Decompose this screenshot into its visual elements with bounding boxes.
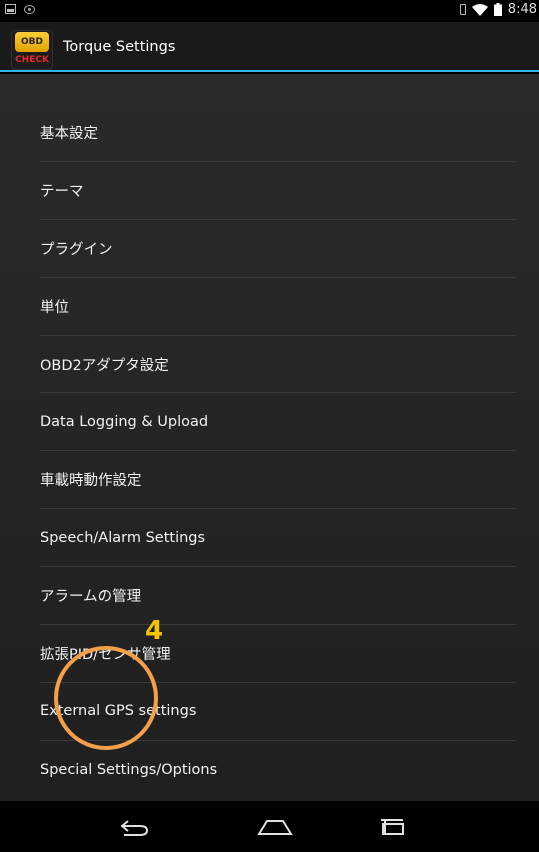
settings-list: 基本設定 テーマ プラグイン 単位 OBD2アダプタ設定 Data Loggin… [40,104,516,799]
page-title: Torque Settings [63,39,176,55]
status-time: 8:48 [507,2,537,17]
status-right-icons: 8:48 [459,2,537,17]
screenshot-notification-icon [24,4,35,14]
back-button[interactable] [114,813,154,841]
wifi-icon [471,3,488,16]
back-icon [120,820,149,836]
settings-item-units[interactable]: 単位 [40,278,516,336]
torque-app-icon[interactable]: OBD CHECK [11,30,53,70]
settings-item-special[interactable]: Special Settings/Options [40,741,516,799]
battery-icon [493,3,502,16]
vibrate-icon [459,4,466,15]
recents-icon [381,819,404,835]
settings-item-speech-alarm[interactable]: Speech/Alarm Settings [40,509,516,568]
settings-item-external-gps[interactable]: External GPS settings [40,683,516,741]
settings-item-in-car[interactable]: 車載時動作設定 [40,451,516,510]
settings-item-theme[interactable]: テーマ [40,162,516,220]
home-button[interactable] [255,813,295,841]
recents-button[interactable] [372,813,412,841]
obd-engine-icon: OBD [15,32,49,52]
settings-item-alarm-management[interactable]: アラームの管理 [40,567,516,626]
settings-item-data-logging[interactable]: Data Logging & Upload [40,393,516,452]
check-label: CHECK [15,55,49,65]
settings-item-obd2-adapter[interactable]: OBD2アダプタ設定 [40,336,516,394]
settings-item-extended-pid[interactable]: 拡張PID/センサ管理 [40,625,516,683]
picture-notification-icon [5,4,16,14]
settings-item-plugins[interactable]: プラグイン [40,220,516,278]
status-bar: 8:48 [0,0,539,22]
screen: 8:48 OBD CHECK Torque Settings 基本設定 テーマ … [0,0,539,852]
action-bar: OBD CHECK Torque Settings [0,22,539,72]
settings-content: 基本設定 テーマ プラグイン 単位 OBD2アダプタ設定 Data Loggin… [0,74,539,801]
settings-item-basic[interactable]: 基本設定 [40,104,516,162]
home-icon [257,820,293,835]
navigation-bar [0,801,539,852]
status-left-icons [5,4,35,14]
